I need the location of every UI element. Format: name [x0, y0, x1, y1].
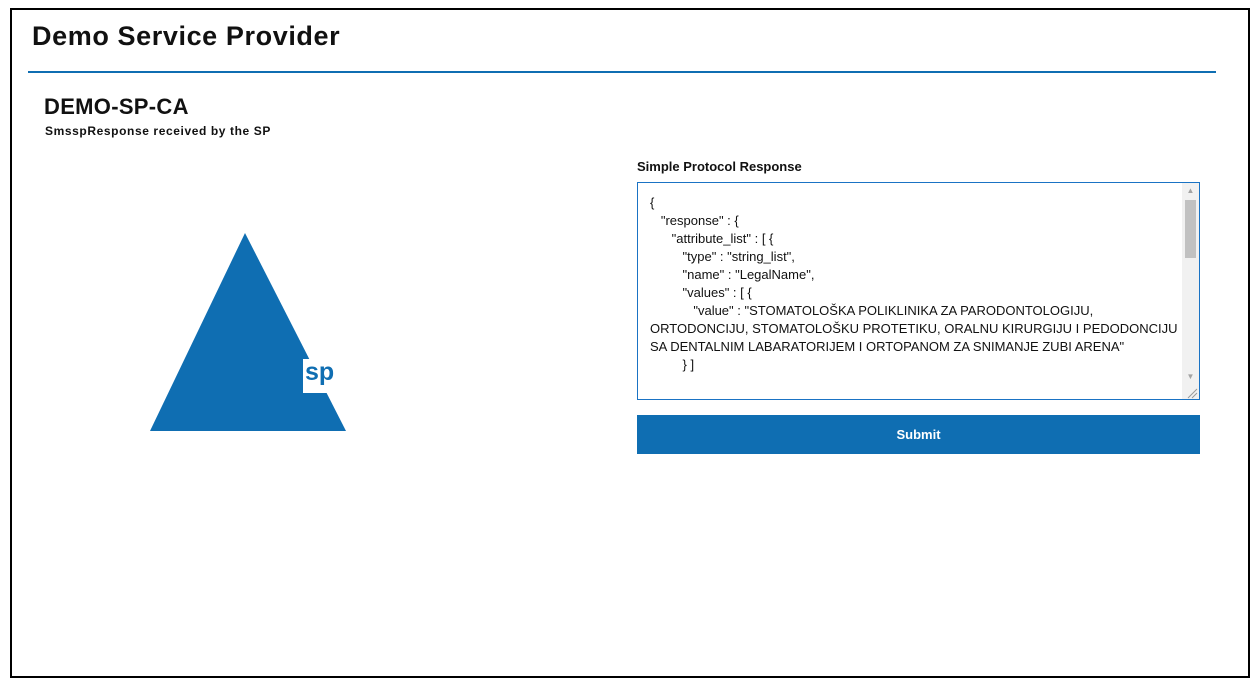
app-title: Demo Service Provider: [32, 21, 341, 51]
sp-logo: [150, 233, 346, 431]
header-divider: [28, 71, 1216, 73]
response-text[interactable]: { "response" : { "attribute_list" : [ { …: [650, 194, 1180, 374]
page-subtitle: SmsspResponse received by the SP: [45, 124, 271, 138]
response-textarea[interactable]: { "response" : { "attribute_list" : [ { …: [637, 182, 1200, 400]
page-title: DEMO-SP-CA: [44, 94, 189, 119]
logo-text: sp: [305, 358, 335, 386]
scroll-thumb[interactable]: [1185, 200, 1196, 258]
scroll-up-icon[interactable]: ▲: [1182, 183, 1199, 199]
scroll-down-icon[interactable]: ▼: [1182, 369, 1199, 385]
textarea-scrollbar[interactable]: ▲ ▼: [1182, 183, 1199, 399]
submit-button[interactable]: Submit: [637, 415, 1200, 454]
response-label: Simple Protocol Response: [637, 159, 802, 174]
triangle-logo-icon: [150, 233, 346, 431]
resize-handle-icon[interactable]: [1182, 385, 1199, 399]
